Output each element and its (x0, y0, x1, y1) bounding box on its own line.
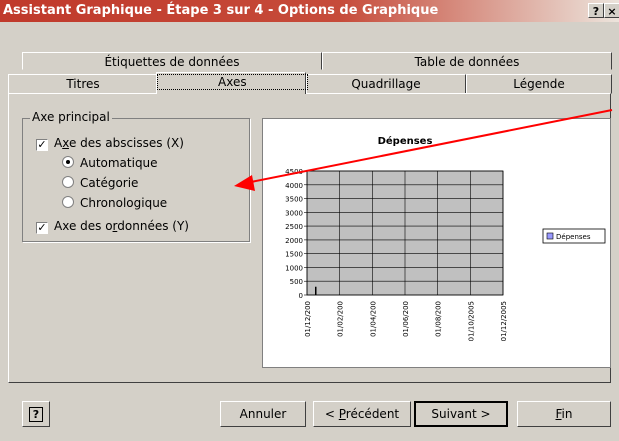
previous-label-accel: P (338, 407, 346, 421)
annotation-arrow-head (234, 175, 255, 191)
help-icon: ? (28, 407, 44, 422)
annotation-arrow-line (245, 109, 613, 184)
tab-axes[interactable]: Axes (156, 72, 308, 94)
help-button[interactable]: ? (22, 401, 50, 427)
annotation-arrow-layer (234, 109, 613, 191)
previous-label-post: récédent (345, 407, 400, 421)
previous-button[interactable]: < Précédent (313, 401, 411, 427)
next-button[interactable]: Suivant > (414, 401, 508, 427)
chart-wizard-dialog: Assistant Graphique - Étape 3 sur 4 - Op… (0, 0, 619, 441)
finish-button[interactable]: Fin (517, 401, 611, 427)
finish-label-post: in (561, 407, 573, 421)
previous-label-pre: < (324, 407, 339, 421)
tab-axes-label: Axes (157, 74, 308, 90)
cancel-button[interactable]: Annuler (220, 401, 306, 427)
